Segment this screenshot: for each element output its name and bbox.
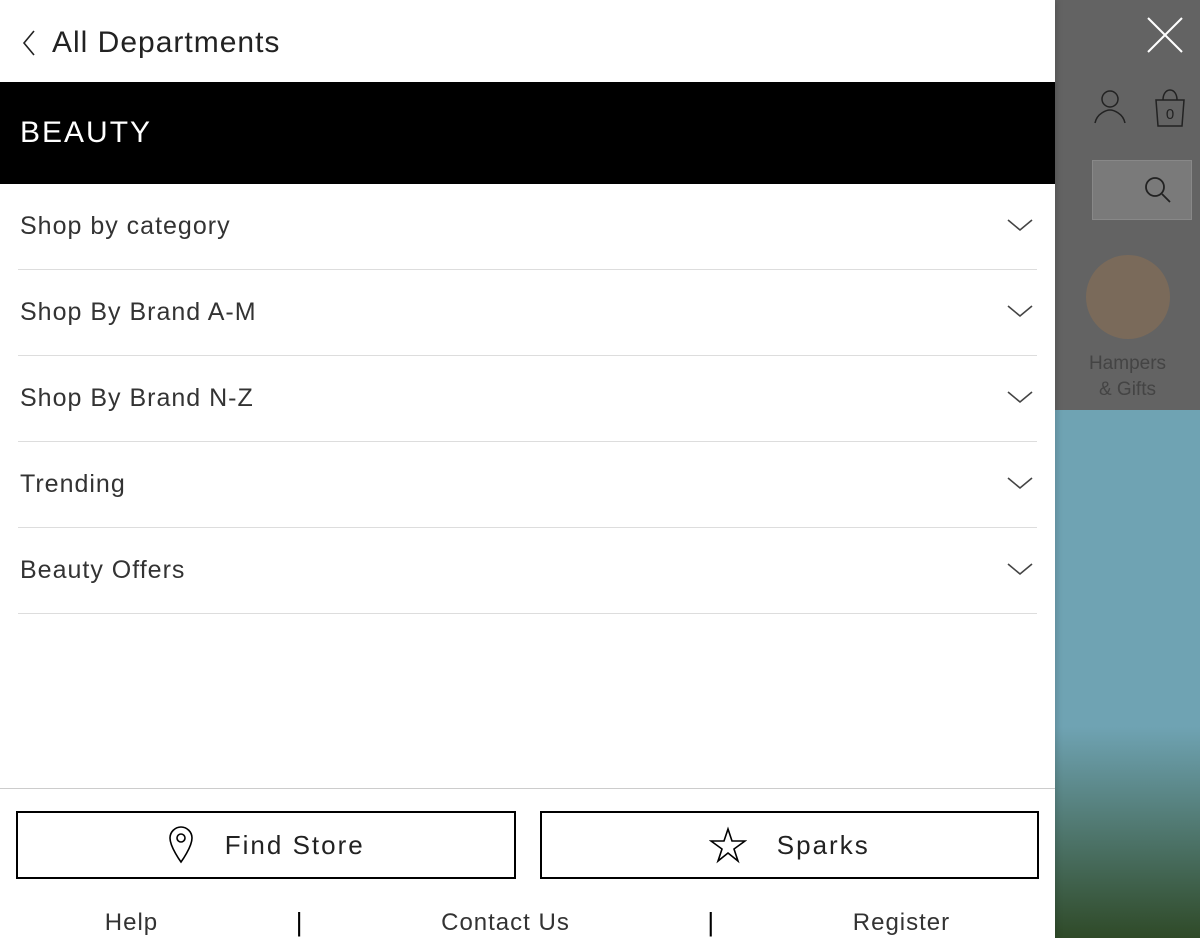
chevron-down-icon bbox=[1005, 212, 1035, 241]
bag-count: 0 bbox=[1148, 106, 1192, 123]
search-bar[interactable] bbox=[1092, 160, 1192, 220]
divider: | bbox=[707, 907, 715, 938]
chevron-down-icon bbox=[1005, 470, 1035, 499]
promo-tile-hampers[interactable]: Hampers & Gifts bbox=[1055, 255, 1200, 402]
chevron-left-icon bbox=[20, 28, 38, 58]
menu-item-label: Shop By Brand A-M bbox=[20, 298, 257, 327]
chevron-down-icon bbox=[1005, 384, 1035, 413]
menu-item-brand-a-m[interactable]: Shop By Brand A-M bbox=[18, 270, 1037, 356]
divider: | bbox=[296, 907, 304, 938]
account-button[interactable] bbox=[1090, 85, 1130, 130]
chevron-down-icon bbox=[1005, 556, 1035, 585]
category-header: BEAUTY bbox=[0, 82, 1055, 184]
header-icons: 0 bbox=[1090, 85, 1192, 130]
search-icon bbox=[1143, 175, 1173, 205]
find-store-button[interactable]: Find Store bbox=[16, 811, 516, 879]
category-title: BEAUTY bbox=[20, 116, 152, 149]
sparks-button[interactable]: Sparks bbox=[540, 811, 1040, 879]
footer-link-row: Help | Contact Us | Register bbox=[16, 901, 1039, 938]
page-backdrop: 0 Hampers & Gifts bbox=[1055, 0, 1200, 938]
menu-item-beauty-offers[interactable]: Beauty Offers bbox=[18, 528, 1037, 614]
contact-link[interactable]: Contact Us bbox=[441, 909, 570, 937]
bag-button[interactable]: 0 bbox=[1148, 86, 1192, 130]
user-icon bbox=[1090, 85, 1130, 125]
sparks-label: Sparks bbox=[777, 830, 870, 861]
back-label: All Departments bbox=[52, 26, 280, 60]
help-link[interactable]: Help bbox=[105, 909, 158, 937]
footer-button-row: Find Store Sparks bbox=[16, 811, 1039, 879]
menu-item-label: Shop by category bbox=[20, 212, 231, 241]
menu-item-brand-n-z[interactable]: Shop By Brand N-Z bbox=[18, 356, 1037, 442]
promo-thumb bbox=[1086, 255, 1170, 339]
promo-label: Hampers & Gifts bbox=[1089, 351, 1166, 402]
pin-icon bbox=[167, 825, 195, 865]
close-icon bbox=[1144, 14, 1186, 56]
promo-line1: Hampers bbox=[1089, 353, 1166, 374]
menu-item-label: Shop By Brand N-Z bbox=[20, 384, 254, 413]
chevron-down-icon bbox=[1005, 298, 1035, 327]
menu-item-trending[interactable]: Trending bbox=[18, 442, 1037, 528]
hero-image bbox=[1055, 410, 1200, 938]
back-all-departments[interactable]: All Departments bbox=[0, 0, 1055, 82]
promo-line2: & Gifts bbox=[1099, 379, 1156, 400]
menu-item-label: Beauty Offers bbox=[20, 556, 185, 585]
register-link[interactable]: Register bbox=[853, 909, 950, 937]
menu-item-shop-by-category[interactable]: Shop by category bbox=[18, 184, 1037, 270]
menu-item-label: Trending bbox=[20, 470, 126, 499]
close-button[interactable] bbox=[1140, 10, 1190, 60]
nav-panel: All Departments BEAUTY Shop by category … bbox=[0, 0, 1055, 938]
find-store-label: Find Store bbox=[225, 830, 365, 861]
panel-footer: Find Store Sparks Help | Contact Us | Re… bbox=[0, 788, 1055, 938]
star-icon bbox=[709, 826, 747, 864]
menu-scroll[interactable]: Shop by category Shop By Brand A-M Shop … bbox=[0, 184, 1055, 788]
